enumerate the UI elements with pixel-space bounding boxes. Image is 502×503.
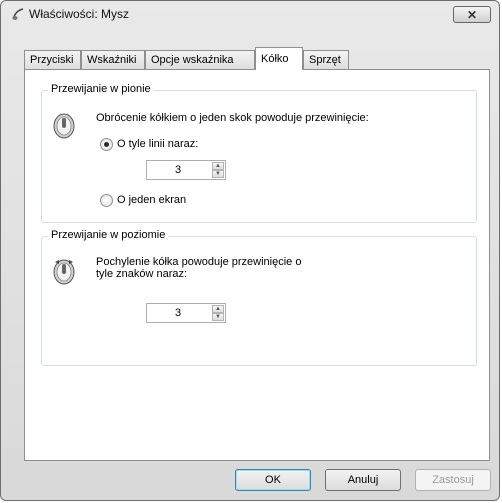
apply-button[interactable]: Zastosuj	[415, 469, 491, 491]
horizontal-group-title: Przewijanie w poziomie	[48, 229, 169, 241]
lines-decrement-button[interactable]: ▼	[212, 170, 224, 178]
tab-opcje-wskaznika[interactable]: Opcje wskaźnika	[145, 50, 255, 69]
tab-kolko[interactable]: Kółko	[255, 47, 303, 70]
arrow-up-icon: ▲	[215, 163, 221, 169]
ok-button[interactable]: OK	[235, 469, 311, 491]
chars-decrement-button[interactable]: ▼	[212, 313, 224, 321]
tab-wskazniki[interactable]: Wskaźniki	[81, 50, 145, 69]
vertical-group-title: Przewijanie w pionie	[48, 83, 154, 95]
radio-screen-label: O jeden ekran	[117, 194, 187, 206]
radio-lines-at-a-time[interactable]	[100, 138, 113, 151]
tab-sprzet[interactable]: Sprzęt	[303, 50, 349, 69]
radio-one-screen[interactable]	[100, 194, 113, 207]
title-bar[interactable]: Właściwości: Mysz ✕	[1, 1, 499, 27]
mouse-pointer-icon	[12, 8, 24, 20]
chars-increment-button[interactable]: ▲	[212, 305, 224, 313]
mouse-wheel-icon	[53, 113, 75, 139]
window-title: Właściwości: Mysz	[29, 7, 130, 21]
lines-increment-button[interactable]: ▲	[212, 162, 224, 170]
close-icon: ✕	[466, 7, 478, 22]
lines-value[interactable]: 3	[147, 161, 209, 179]
horizontal-description-line2: tyle znaków naraz:	[96, 268, 188, 280]
arrow-up-icon: ▲	[215, 306, 221, 312]
mouse-tilt-icon	[53, 259, 75, 285]
horizontal-description-line1: Pochylenie kółka powoduje przewinięcie o	[96, 256, 302, 268]
arrow-down-icon: ▼	[215, 314, 221, 320]
arrow-down-icon: ▼	[215, 171, 221, 177]
tab-przyciski[interactable]: Przyciski	[24, 50, 81, 69]
chars-spinner[interactable]: 3 ▲ ▼	[146, 303, 226, 323]
lines-spinner[interactable]: 3 ▲ ▼	[146, 160, 226, 180]
chars-spinner-buttons: ▲ ▼	[212, 305, 224, 321]
close-button[interactable]: ✕	[453, 6, 491, 23]
chars-value[interactable]: 3	[147, 304, 209, 322]
vertical-description: Obrócenie kółkiem o jeden skok powoduje …	[96, 112, 369, 124]
cancel-button[interactable]: Anuluj	[325, 469, 401, 491]
lines-spinner-buttons: ▲ ▼	[212, 162, 224, 178]
radio-lines-label: O tyle linii naraz:	[117, 138, 199, 150]
